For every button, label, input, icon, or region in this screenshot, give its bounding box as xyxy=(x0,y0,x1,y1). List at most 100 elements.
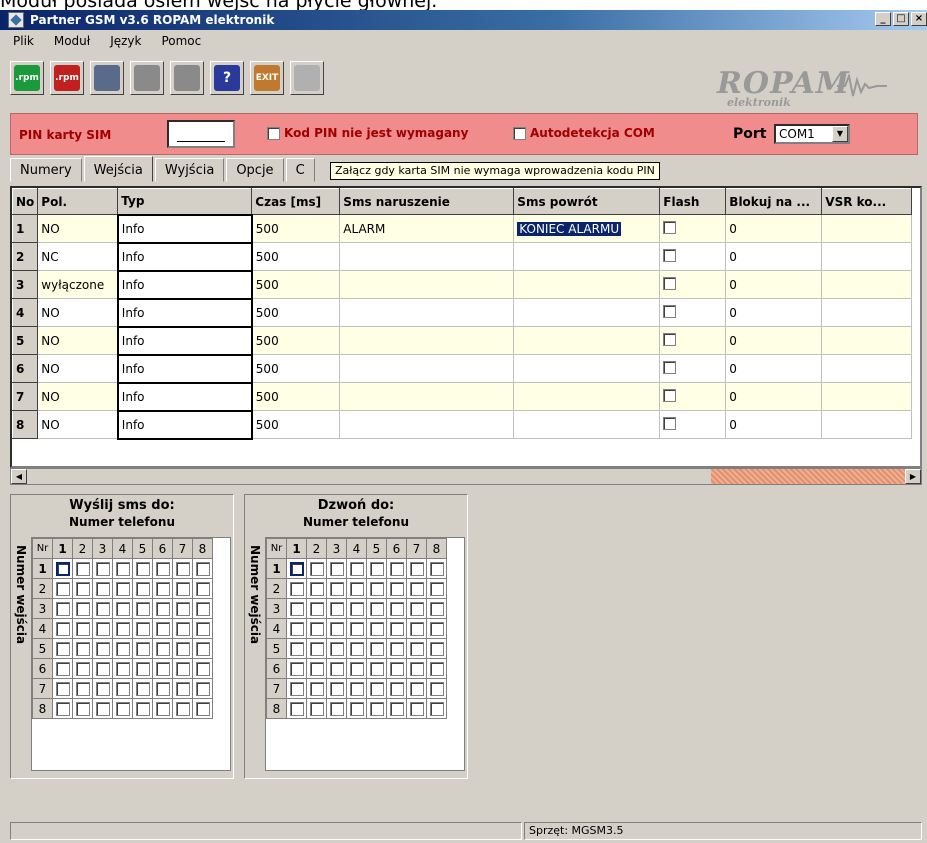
phone-checkbox[interactable] xyxy=(349,661,364,676)
matrix-cell[interactable] xyxy=(346,598,367,619)
phone-checkbox[interactable] xyxy=(115,661,130,676)
phone-checkbox[interactable] xyxy=(309,681,324,696)
phone-checkbox[interactable] xyxy=(195,581,210,596)
phone-checkbox[interactable] xyxy=(155,641,170,656)
phone-checkbox[interactable] xyxy=(155,601,170,616)
phone-checkbox[interactable] xyxy=(289,701,304,716)
phone-checkbox[interactable] xyxy=(155,621,170,636)
matrix-cell[interactable] xyxy=(346,638,367,659)
type-cell[interactable]: Info xyxy=(116,409,253,440)
table-row[interactable]: 2 NC Info 500 0 xyxy=(12,241,913,272)
matrix-cell[interactable] xyxy=(72,618,93,639)
block-cell[interactable]: 0 xyxy=(725,326,823,355)
phone-checkbox[interactable] xyxy=(329,681,344,696)
phone-checkbox[interactable] xyxy=(349,581,364,596)
phone-checkbox[interactable] xyxy=(55,601,70,616)
horizontal-scrollbar[interactable]: ◀ ▶ xyxy=(10,468,922,485)
matrix-cell[interactable] xyxy=(406,678,427,699)
phone-checkbox[interactable] xyxy=(135,621,150,636)
phone-checkbox[interactable] xyxy=(115,681,130,696)
matrix-cell[interactable] xyxy=(132,598,153,619)
chevron-down-icon[interactable]: ▼ xyxy=(832,126,848,142)
matrix-cell[interactable] xyxy=(52,578,73,599)
phone-checkbox[interactable] xyxy=(369,661,384,676)
write-module-button[interactable] xyxy=(130,61,164,95)
matrix-cell[interactable] xyxy=(326,678,347,699)
matrix-cell[interactable] xyxy=(192,558,213,579)
matrix-cell[interactable] xyxy=(326,558,347,579)
phone-checkbox[interactable] xyxy=(309,621,324,636)
matrix-cell[interactable] xyxy=(366,678,387,699)
phone-checkbox[interactable] xyxy=(135,681,150,696)
matrix-cell[interactable] xyxy=(192,598,213,619)
matrix-cell[interactable] xyxy=(406,578,427,599)
phone-checkbox[interactable] xyxy=(409,701,424,716)
sms-violation-cell[interactable] xyxy=(339,270,515,299)
matrix-cell[interactable] xyxy=(346,678,367,699)
matrix-cell[interactable] xyxy=(72,598,93,619)
matrix-cell[interactable] xyxy=(112,678,133,699)
sms-return-cell[interactable] xyxy=(513,382,661,411)
flash-cell[interactable] xyxy=(659,326,727,355)
upload-rpm-button[interactable]: .rpm xyxy=(10,61,44,95)
matrix-cell[interactable] xyxy=(326,698,347,719)
matrix-cell[interactable] xyxy=(92,698,113,719)
phone-checkbox[interactable] xyxy=(329,581,344,596)
phone-checkbox[interactable] xyxy=(195,601,210,616)
matrix-cell[interactable] xyxy=(172,598,193,619)
matrix-cell[interactable] xyxy=(366,638,387,659)
phone-checkbox[interactable] xyxy=(75,701,90,716)
phone-checkbox[interactable] xyxy=(115,641,130,656)
phone-checkbox[interactable] xyxy=(309,601,324,616)
tab-more[interactable]: C xyxy=(285,158,315,182)
type-cell[interactable]: Info xyxy=(116,269,253,300)
phone-checkbox[interactable] xyxy=(329,621,344,636)
sms-violation-cell[interactable] xyxy=(339,410,515,439)
flash-cell[interactable] xyxy=(659,354,727,383)
matrix-cell[interactable] xyxy=(366,558,387,579)
column-header[interactable]: Czas [ms] xyxy=(251,188,341,215)
phone-checkbox[interactable] xyxy=(95,621,110,636)
matrix-cell[interactable] xyxy=(366,698,387,719)
phone-checkbox[interactable] xyxy=(409,661,424,676)
tab-numery[interactable]: Numery xyxy=(10,158,82,182)
matrix-cell[interactable] xyxy=(306,598,327,619)
phone-checkbox[interactable] xyxy=(329,661,344,676)
phone-checkbox[interactable] xyxy=(175,681,190,696)
phone-checkbox[interactable] xyxy=(429,701,444,716)
polarity-cell[interactable]: NO xyxy=(37,382,119,411)
phone-checkbox[interactable] xyxy=(349,601,364,616)
phone-checkbox[interactable] xyxy=(75,641,90,656)
phone-checkbox[interactable] xyxy=(369,581,384,596)
type-cell[interactable]: Info xyxy=(116,213,253,244)
matrix-cell[interactable] xyxy=(426,698,447,719)
matrix-cell[interactable] xyxy=(52,598,73,619)
sms-return-cell[interactable] xyxy=(513,410,661,439)
polarity-cell[interactable]: NO xyxy=(37,354,119,383)
matrix-cell[interactable] xyxy=(286,558,307,579)
flash-cell[interactable] xyxy=(659,382,727,411)
phone-checkbox[interactable] xyxy=(369,641,384,656)
phone-checkbox[interactable] xyxy=(195,681,210,696)
phone-checkbox[interactable] xyxy=(135,661,150,676)
matrix-cell[interactable] xyxy=(286,598,307,619)
matrix-cell[interactable] xyxy=(366,578,387,599)
sms-return-cell[interactable] xyxy=(513,298,661,327)
tab-wejscia[interactable]: Wejścia xyxy=(83,156,153,182)
phone-checkbox[interactable] xyxy=(195,701,210,716)
matrix-cell[interactable] xyxy=(132,698,153,719)
flash-cell[interactable] xyxy=(659,410,727,439)
matrix-cell[interactable] xyxy=(112,578,133,599)
phone-checkbox[interactable] xyxy=(95,701,110,716)
phone-checkbox[interactable] xyxy=(135,561,150,576)
matrix-cell[interactable] xyxy=(52,658,73,679)
matrix-cell[interactable] xyxy=(92,638,113,659)
flash-checkbox[interactable] xyxy=(663,388,677,402)
matrix-cell[interactable] xyxy=(192,678,213,699)
block-cell[interactable]: 0 xyxy=(725,410,823,439)
matrix-cell[interactable] xyxy=(72,678,93,699)
sms-return-cell[interactable] xyxy=(513,242,661,271)
menu-jezyk[interactable]: Język xyxy=(107,32,144,50)
vsr-cell[interactable] xyxy=(821,326,913,355)
matrix-cell[interactable] xyxy=(406,658,427,679)
